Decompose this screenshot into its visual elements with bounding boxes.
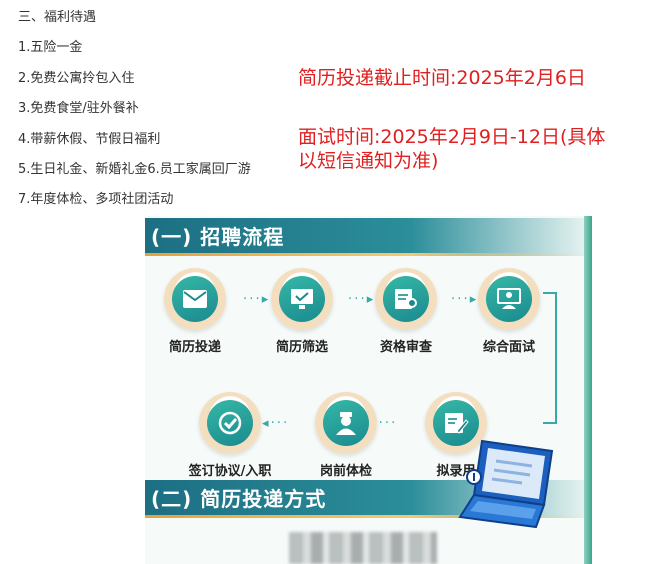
interview-notice-line1: 面试时间:2025年2月9日-12日(具体: [298, 126, 606, 148]
section-underline: [145, 253, 588, 256]
step-sign-contract: 签订协议/入职: [185, 392, 275, 479]
step-medical: 岗前体检: [301, 392, 391, 479]
panel-side-stripe: [584, 216, 592, 564]
section1-header: (一) 招聘流程: [145, 218, 588, 256]
screen-check-icon: [291, 289, 313, 309]
blurred-content: [289, 532, 437, 564]
step-label: 简历筛选: [275, 340, 328, 355]
step-interview: 综合面试: [464, 268, 554, 355]
benefit-item: 2.免费公寓拎包入住: [18, 71, 135, 86]
step-label: 资格审查: [379, 340, 432, 355]
step-label: 综合面试: [482, 340, 535, 355]
step-label: 签订协议/入职: [188, 464, 272, 479]
doctor-icon: [336, 412, 356, 435]
benefits-heading: 三、福利待遇: [18, 10, 97, 25]
benefit-item: 7.年度体检、多项社团活动: [18, 192, 174, 207]
document-search-icon: [395, 289, 417, 309]
checkmark-icon: [218, 411, 242, 435]
section2-title: (二) 简历投递方式: [151, 487, 327, 511]
edit-document-icon: [445, 413, 469, 434]
step-label: 岗前体检: [319, 464, 372, 479]
flow-return-line: [543, 292, 557, 424]
step-resume-submit: 简历投递: [150, 268, 240, 355]
step-qualification: 资格审查: [361, 268, 451, 355]
benefit-item: 4.带薪休假、节假日福利: [18, 132, 161, 147]
benefit-item: 1.五险一金: [18, 40, 83, 55]
step-resume-screen: 简历筛选: [257, 268, 347, 355]
deadline-notice: 简历投递截止时间:2025年2月6日: [298, 67, 586, 89]
benefit-item: 5.生日礼金、新婚礼金6.员工家属回厂游: [18, 162, 251, 177]
interview-notice-line2: 以短信通知为准): [298, 150, 439, 172]
envelope-icon: [183, 290, 207, 308]
section1-title: (一) 招聘流程: [151, 225, 285, 249]
laptop-icon: [458, 439, 554, 529]
step-label: 简历投递: [168, 340, 221, 355]
interview-icon: [497, 288, 521, 309]
benefit-item: 3.免费食堂/驻外餐补: [18, 101, 139, 116]
